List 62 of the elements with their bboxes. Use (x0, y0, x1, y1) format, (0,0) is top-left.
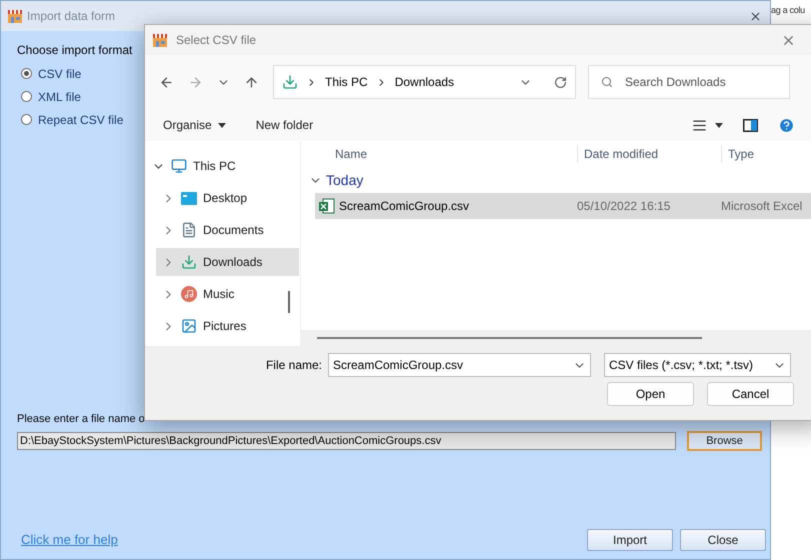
search-field[interactable]: Search Downloads (588, 65, 790, 99)
music-icon (181, 286, 197, 302)
refresh-icon[interactable] (554, 76, 567, 88)
shop-icon (152, 32, 168, 48)
breadcrumb-item[interactable]: Downloads (394, 73, 454, 91)
pictures-icon (181, 318, 197, 334)
back-icon[interactable] (159, 74, 174, 90)
sidebar-item[interactable]: Downloads (156, 248, 299, 276)
sidebar-item[interactable]: Music (156, 280, 299, 308)
document-icon (181, 222, 197, 238)
column-header[interactable]: Date modified (577, 145, 721, 163)
dialog-button[interactable]: Close (680, 529, 766, 551)
background-text: ag a colu (771, 5, 805, 15)
dialog-button[interactable]: Import (587, 529, 673, 551)
file-path-field[interactable]: D:\EbayStockSystem\Pictures\BackgroundPictures\Exported\AuctionComicGroups.csv (17, 432, 676, 450)
file-date: 05/10/2022 16:15 (577, 198, 672, 215)
dialog-button[interactable]: Open (607, 382, 694, 406)
monitor-icon (171, 158, 187, 174)
search-icon (601, 76, 613, 88)
browse-button[interactable]: Browse (687, 431, 762, 451)
shop-icon (7, 8, 23, 24)
window-title: Import data form (27, 8, 116, 25)
address-bar[interactable]: This PC Downloads (273, 65, 576, 99)
desktop-icon (181, 192, 197, 204)
column-header[interactable]: Name (301, 145, 577, 163)
group-header[interactable]: Today (301, 167, 811, 193)
sidebar-item[interactable]: Desktop (156, 184, 299, 212)
field-label: File name: (264, 357, 323, 374)
file-name: ScreamComicGroup.csv (339, 198, 470, 215)
scrollbar-thumb[interactable] (317, 337, 702, 339)
radio-label: Repeat CSV file (38, 112, 124, 128)
section-heading: Choose import format (17, 42, 134, 59)
file-type-dropdown[interactable]: CSV files (*.csv; *.txt; *.tsv) (604, 353, 791, 377)
radio-button[interactable] (21, 91, 32, 102)
download-icon (282, 74, 298, 90)
sidebar-item[interactable]: This PC (146, 152, 299, 180)
caret-icon (715, 122, 723, 128)
radio-label: CSV file (38, 66, 82, 82)
dialog-title: Select CSV file (176, 32, 256, 49)
preview-pane-icon[interactable] (743, 118, 758, 132)
download-icon (181, 254, 197, 270)
file-row[interactable]: ScreamComicGroup.csv 05/10/2022 16:15 Microsoft Excel (315, 193, 811, 219)
radio-button[interactable] (21, 68, 32, 79)
view-list-icon[interactable] (692, 118, 707, 132)
scrollbar-thumb[interactable] (288, 291, 290, 313)
file-prompt: Please enter a file name o (17, 412, 146, 426)
help-icon[interactable] (778, 116, 795, 134)
radio-label: XML file (38, 88, 81, 106)
radio-button[interactable] (21, 114, 32, 125)
sidebar-item[interactable]: Documents (156, 216, 299, 244)
close-icon[interactable] (749, 10, 762, 22)
sidebar-item[interactable]: Pictures (156, 312, 299, 340)
up-icon[interactable] (244, 74, 259, 90)
caret-icon (218, 122, 226, 128)
spreadsheet-icon (319, 198, 335, 214)
breadcrumb-item[interactable]: This PC (325, 73, 368, 91)
new-folder-button[interactable]: New folder (256, 116, 314, 134)
organise-button[interactable]: Organise (163, 116, 226, 134)
column-header[interactable]: Type (721, 145, 754, 163)
dialog-button[interactable]: Cancel (707, 382, 794, 406)
file-type: Microsoft Excel (721, 198, 802, 215)
file-name-field[interactable]: ScreamComicGroup.csv (328, 353, 591, 377)
